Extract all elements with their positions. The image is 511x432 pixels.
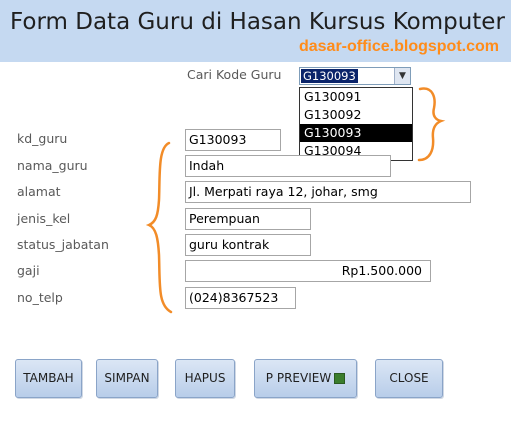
combobox-value: G130093 [301, 69, 358, 83]
close-button[interactable]: CLOSE [375, 359, 443, 398]
watermark-text: dasar-office.blogspot.com [298, 38, 499, 55]
status-jabatan-field[interactable]: guru kontrak [185, 234, 311, 256]
label-no-telp: no_telp [17, 290, 63, 305]
form-title: Form Data Guru di Hasan Kursus Komputer [10, 9, 505, 35]
hapus-button[interactable]: HAPUS [175, 359, 235, 398]
no-telp-field[interactable]: (024)8367523 [185, 287, 296, 309]
label-nama-guru: nama_guru [17, 158, 88, 173]
tambah-button[interactable]: TAMBAH [15, 359, 82, 398]
brace-dropdown-annotation [417, 87, 446, 162]
label-status-jabatan: status_jabatan [17, 237, 109, 252]
dropdown-option-selected[interactable]: G130093 [300, 124, 412, 142]
label-alamat: alamat [17, 184, 61, 199]
brace-form-annotation [145, 141, 173, 314]
dropdown-option[interactable]: G130091 [300, 88, 412, 106]
label-kd-guru: kd_guru [17, 131, 68, 146]
nama-guru-field[interactable]: Indah [185, 155, 391, 177]
search-label: Cari Kode Guru [187, 67, 282, 82]
gaji-field[interactable]: Rp1.500.000 [185, 260, 431, 282]
jenis-kel-field[interactable]: Perempuan [185, 208, 311, 230]
header-bar: Form Data Guru di Hasan Kursus Komputer … [0, 0, 511, 62]
simpan-button[interactable]: SIMPAN [96, 359, 158, 398]
preview-button-label: P PREVIEW [265, 371, 332, 385]
alamat-field[interactable]: Jl. Merpati raya 12, johar, smg [185, 181, 471, 203]
chevron-down-icon[interactable]: ▼ [394, 68, 410, 84]
preview-button[interactable]: P PREVIEW [254, 359, 357, 398]
report-icon [334, 373, 346, 384]
kode-guru-dropdown-list: G130091 G130092 G130093 G130094 [299, 87, 413, 161]
kd-guru-field[interactable]: G130093 [185, 129, 281, 151]
dropdown-option[interactable]: G130092 [300, 106, 412, 124]
kode-guru-combobox[interactable]: G130093 ▼ [299, 67, 411, 85]
label-jenis-kel: jenis_kel [17, 211, 71, 226]
label-gaji: gaji [17, 263, 40, 278]
